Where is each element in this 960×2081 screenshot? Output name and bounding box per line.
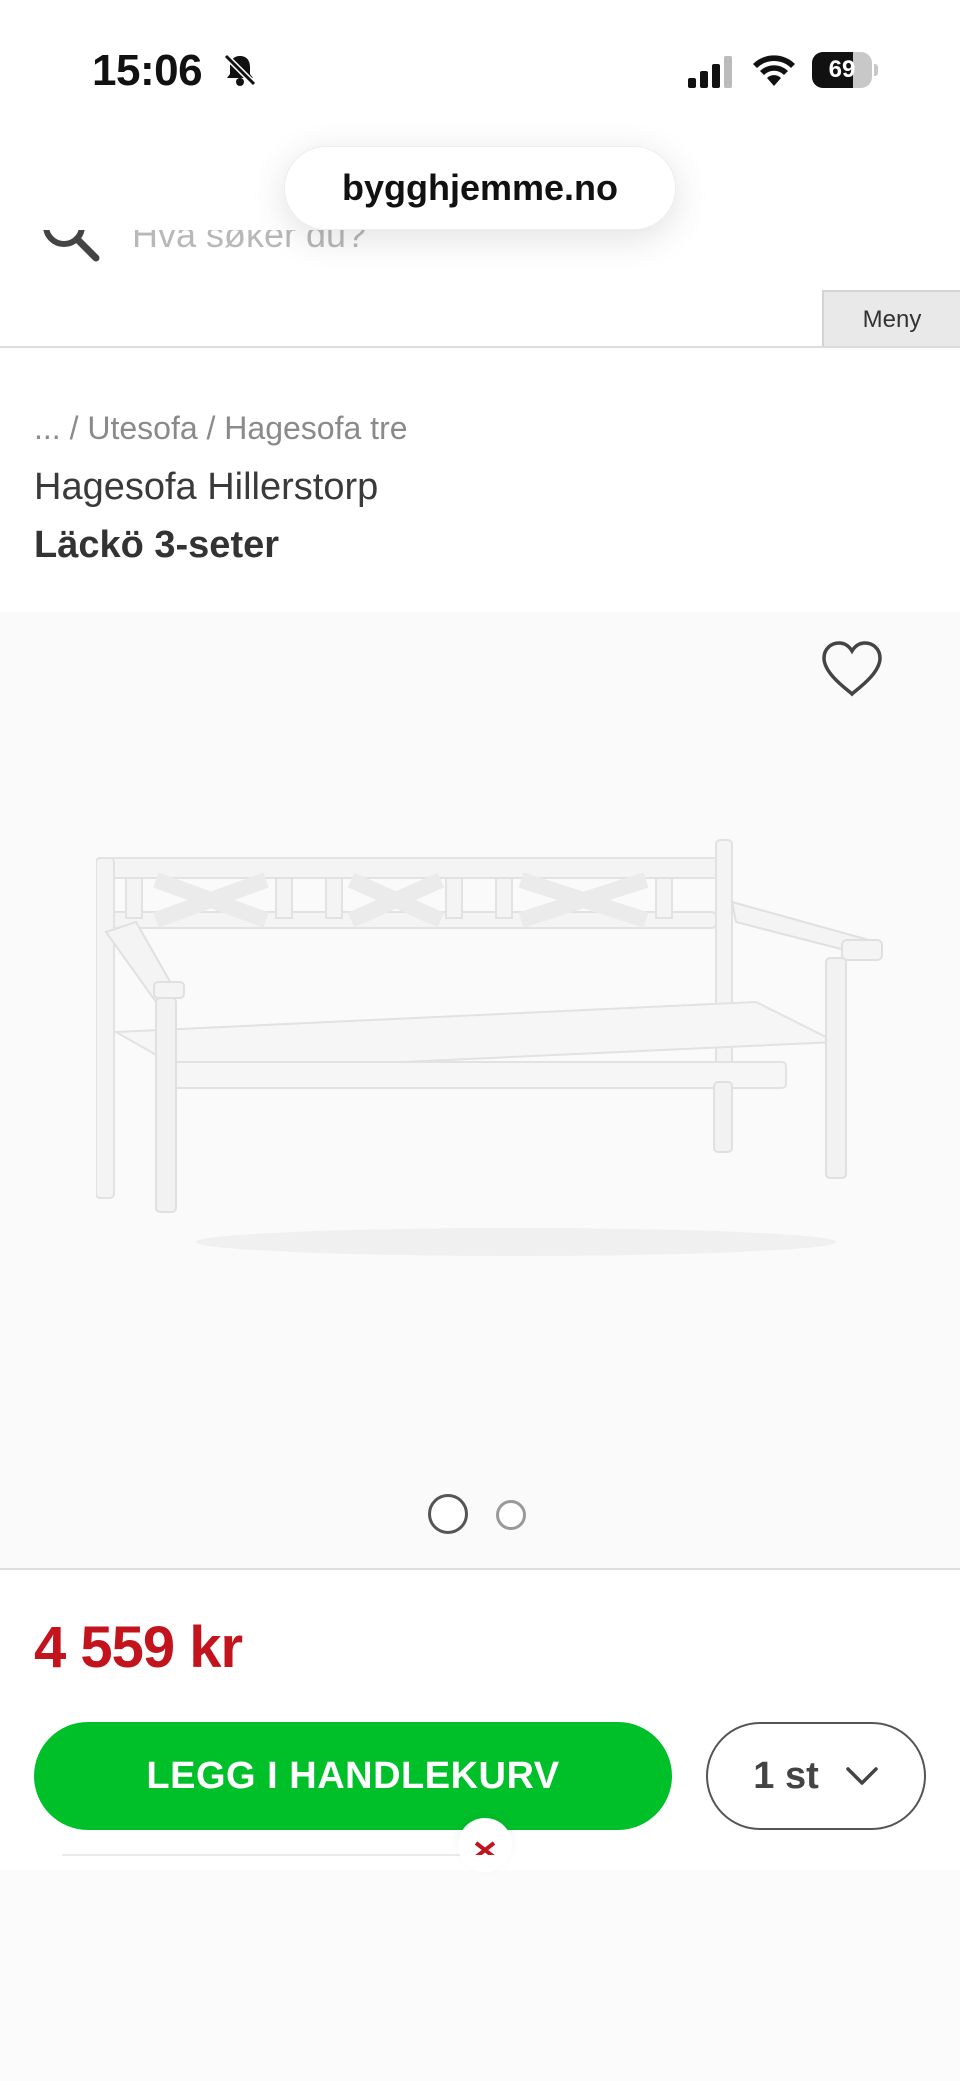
breadcrumb-separator: / <box>69 410 79 446</box>
breadcrumb-item-hagesofa-tre[interactable]: Hagesofa tre <box>224 410 407 446</box>
breadcrumb-ellipsis[interactable]: ... <box>34 410 61 446</box>
battery-level: 69 <box>828 56 856 83</box>
heart-icon[interactable] <box>820 640 884 698</box>
menu-button[interactable]: Meny <box>822 290 960 346</box>
close-button[interactable] <box>458 1818 512 1872</box>
site-header: Meny <box>0 230 960 348</box>
gallery-dot-active[interactable] <box>428 1494 468 1534</box>
page-bottom <box>0 1870 960 2081</box>
quantity-value: 1 st <box>753 1754 819 1797</box>
chevron-down-icon <box>845 1767 878 1785</box>
battery-icon: 69 <box>812 52 878 88</box>
gallery-dot[interactable] <box>496 1500 526 1530</box>
bell-slash-icon <box>223 53 257 87</box>
product-price: 4 559 kr <box>34 1615 243 1680</box>
signal-icon <box>688 56 732 88</box>
gallery-pagination <box>0 1492 960 1536</box>
address-bar[interactable]: bygghjemme.no <box>284 146 676 230</box>
search-input[interactable] <box>132 230 692 260</box>
breadcrumb: ... / Utesofa / Hagesofa tre <box>34 410 408 447</box>
search-icon[interactable] <box>40 230 102 264</box>
product-title: Läckö 3-seter <box>34 524 280 566</box>
status-time: 15:06 <box>92 46 203 95</box>
product-image <box>96 839 883 1256</box>
product-gallery[interactable] <box>0 612 960 1570</box>
breadcrumb-item-utesofa[interactable]: Utesofa <box>87 410 197 446</box>
breadcrumb-separator: / <box>206 410 216 446</box>
url-text: bygghjemme.no <box>341 167 619 208</box>
product-brand-line: Hagesofa Hillerstorp <box>34 466 379 508</box>
add-to-cart-button[interactable]: LEGG I HANDLEKURV <box>34 1722 672 1830</box>
quantity-select[interactable]: 1 st <box>706 1722 926 1830</box>
close-icon <box>474 1841 496 1855</box>
wifi-icon <box>753 55 795 86</box>
status-bar: 15:06 69 <box>0 0 960 140</box>
divider <box>62 1854 482 1856</box>
